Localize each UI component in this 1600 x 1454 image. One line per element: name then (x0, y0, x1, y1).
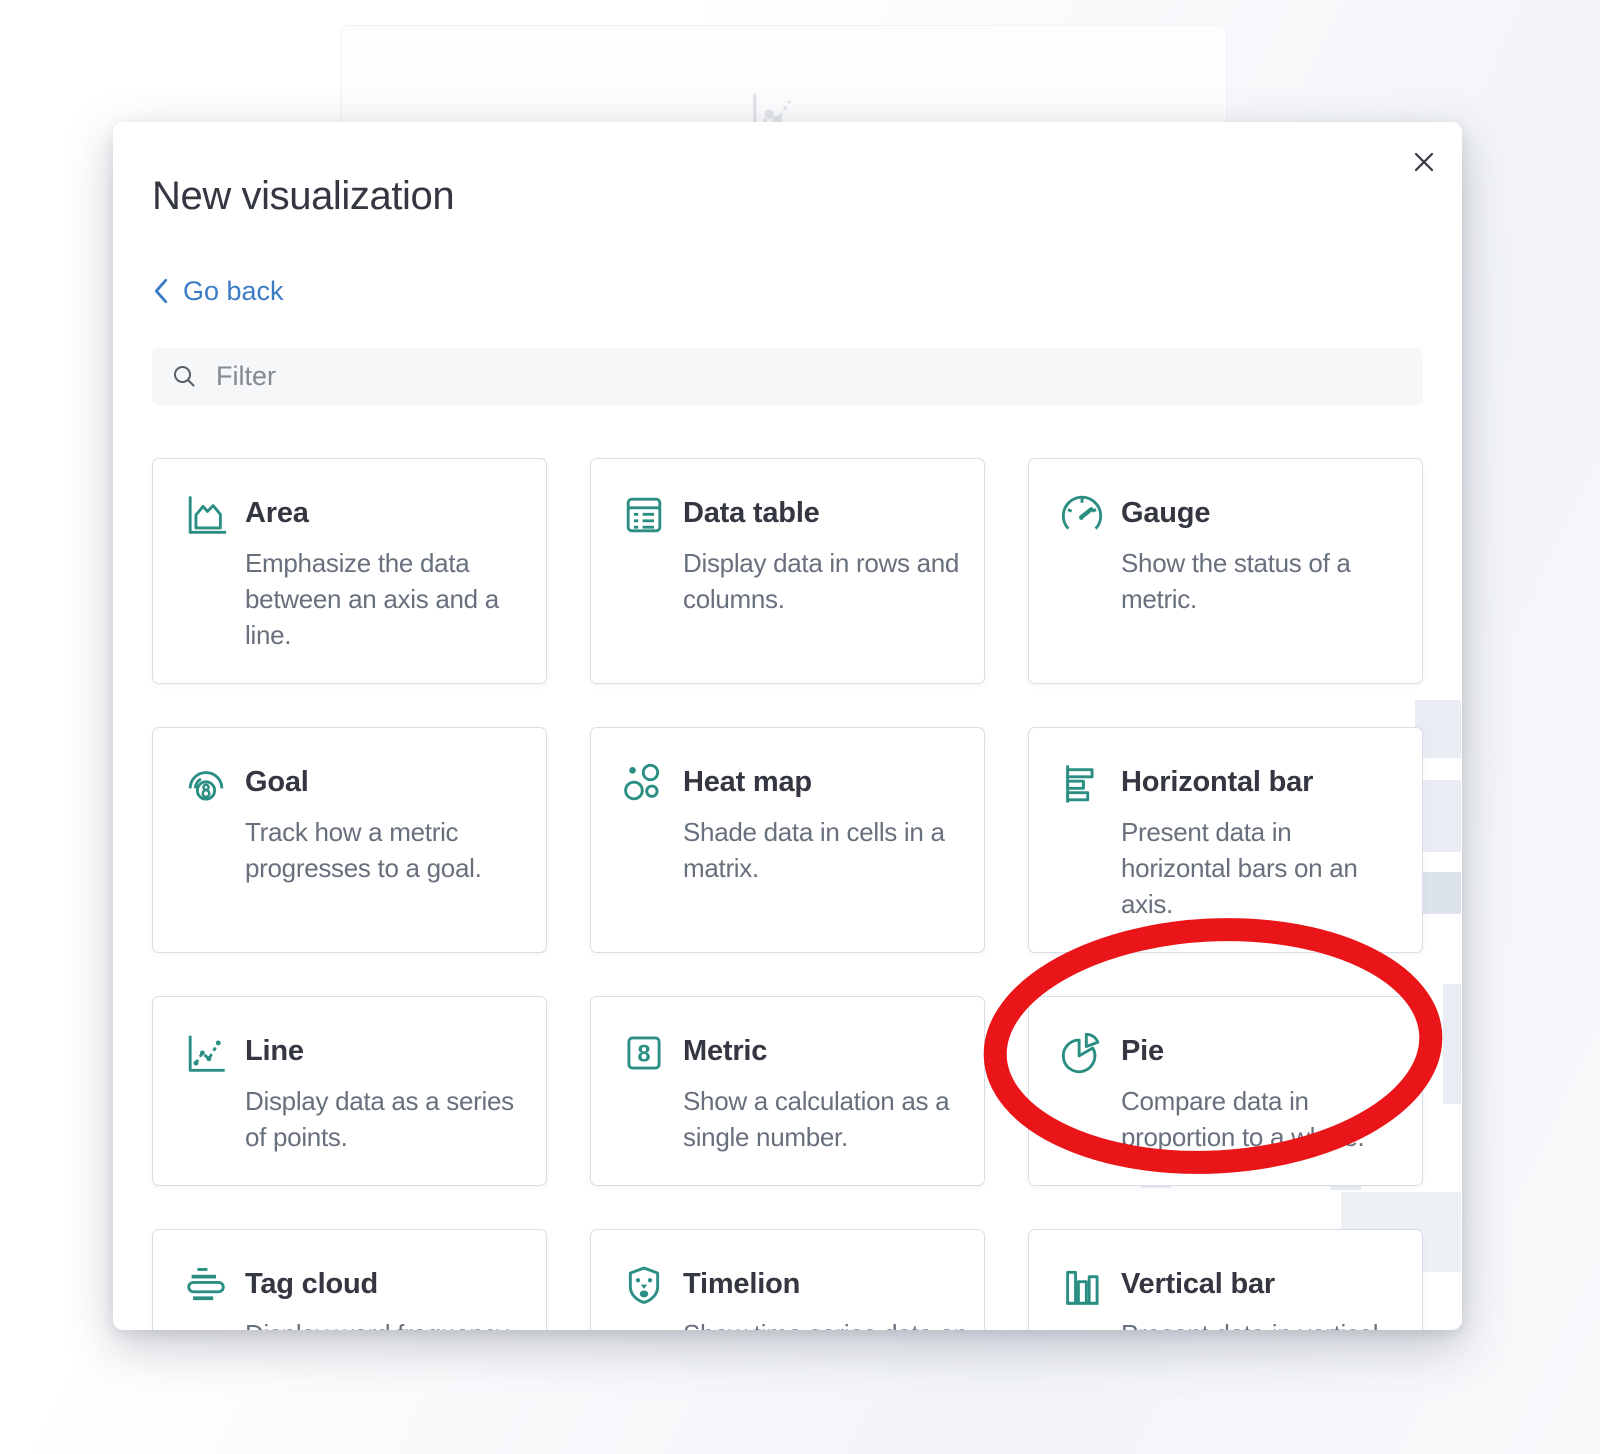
go-back-link[interactable]: Go back (152, 272, 284, 310)
vis-type-title: Pie (1121, 1032, 1406, 1070)
tag-cloud-icon (183, 1263, 229, 1309)
vis-type-card-text: Vertical bar Present data in vertical bar… (1121, 1263, 1406, 1330)
vis-type-title: Data table (683, 494, 968, 532)
vis-type-card-metric[interactable]: 8 Metric Show a calculation as a single nu… (590, 996, 985, 1186)
filter-input[interactable] (214, 360, 1405, 393)
metric-icon: 8 (621, 1030, 667, 1076)
vis-type-description: Compare data in proportion to a whole. (1121, 1083, 1406, 1155)
vis-type-description: Present data in vertical bars on an axis… (1121, 1316, 1406, 1330)
vis-type-card-data-table[interactable]: Data table Display data in rows and colum… (590, 458, 985, 684)
vertical-bar-icon (1059, 1263, 1105, 1309)
vis-type-card-tag-cloud[interactable]: Tag cloud Display word frequency with fon… (152, 1229, 547, 1330)
vis-type-description: Display word frequency with font size. (245, 1316, 530, 1330)
vis-type-description: Display data in rows and columns. (683, 545, 968, 617)
go-back-label: Go back (183, 272, 284, 310)
vis-type-title: Gauge (1121, 494, 1406, 532)
vis-type-card-timelion[interactable]: Timelion Show time series data on a graph… (590, 1229, 985, 1330)
close-button[interactable] (1406, 144, 1442, 180)
vis-type-card-text: Horizontal bar Present data in horizontal… (1121, 761, 1406, 922)
vis-type-title: Metric (683, 1032, 968, 1070)
vis-type-card-text: Tag cloud Display word frequency with fon… (245, 1263, 530, 1330)
modal-title: New visualization (152, 172, 1423, 220)
vis-type-description: Track how a metric progresses to a goal. (245, 814, 530, 886)
vis-type-title: Tag cloud (245, 1265, 530, 1303)
vis-type-card-text: Timelion Show time series data on a graph… (683, 1263, 968, 1330)
vis-type-card-heat-map[interactable]: Heat map Shade data in cells in a matrix. (590, 727, 985, 953)
vis-type-title: Vertical bar (1121, 1265, 1406, 1303)
vis-type-card-text: Heat map Shade data in cells in a matrix. (683, 761, 968, 922)
vis-type-card-text: Data table Display data in rows and colum… (683, 492, 968, 653)
chevron-left-icon (152, 278, 170, 304)
vis-type-card-line[interactable]: Line Display data as a series of points. (152, 996, 547, 1186)
goal-icon (183, 761, 229, 807)
timelion-icon (621, 1263, 667, 1309)
vis-type-description: Present data in horizontal bars on an ax… (1121, 814, 1406, 922)
horizontal-bar-icon (1059, 761, 1105, 807)
watermark-block (1443, 984, 1461, 1104)
page: { "modal": { "title": "New visualization… (0, 0, 1600, 1454)
vis-type-card-horizontal-bar[interactable]: Horizontal bar Present data in horizontal… (1028, 727, 1423, 953)
vis-type-description: Show the status of a metric. (1121, 545, 1406, 617)
filter-search-field (152, 348, 1423, 405)
vis-type-card-gauge[interactable]: Gauge Show the status of a metric. (1028, 458, 1423, 684)
vis-type-card-text: Pie Compare data in proportion to a whole… (1121, 1030, 1406, 1155)
vis-type-title: Timelion (683, 1265, 968, 1303)
vis-type-card-goal[interactable]: Goal Track how a metric progresses to a g… (152, 727, 547, 953)
new-visualization-modal: New visualization Go back Area Emphasize … (113, 122, 1462, 1330)
svg-text:8: 8 (637, 1042, 650, 1068)
area-chart-icon (183, 492, 229, 538)
vis-type-card-text: Line Display data as a series of points. (245, 1030, 530, 1155)
vis-type-title: Heat map (683, 763, 968, 801)
close-icon (1409, 147, 1439, 177)
vis-type-description: Display data as a series of points. (245, 1083, 530, 1155)
vis-type-card-pie[interactable]: Pie Compare data in proportion to a whole… (1028, 996, 1423, 1186)
vis-type-card-vertical-bar[interactable]: Vertical bar Present data in vertical bar… (1028, 1229, 1423, 1330)
vis-type-card-text: Goal Track how a metric progresses to a g… (245, 761, 530, 922)
vis-type-description: Show a calculation as a single number. (683, 1083, 968, 1155)
vis-type-card-text: Metric Show a calculation as a single num… (683, 1030, 968, 1155)
vis-type-title: Horizontal bar (1121, 763, 1406, 801)
vis-type-title: Line (245, 1032, 530, 1070)
vis-type-description: Show time series data on a graph. (683, 1316, 968, 1330)
vis-type-title: Goal (245, 763, 530, 801)
vis-type-title: Area (245, 494, 530, 532)
vis-type-card-text: Area Emphasize the data between an axis a… (245, 492, 530, 653)
pie-chart-icon (1059, 1030, 1105, 1076)
vis-type-description: Shade data in cells in a matrix. (683, 814, 968, 886)
gauge-icon (1059, 492, 1105, 538)
data-table-icon (621, 492, 667, 538)
search-icon (170, 363, 198, 391)
vis-type-description: Emphasize the data between an axis and a… (245, 545, 530, 653)
vis-type-card-text: Gauge Show the status of a metric. (1121, 492, 1406, 653)
vis-type-card-area[interactable]: Area Emphasize the data between an axis a… (152, 458, 547, 684)
heat-map-icon (621, 761, 667, 807)
line-chart-icon (183, 1030, 229, 1076)
visualization-type-grid: Area Emphasize the data between an axis a… (152, 458, 1423, 1330)
